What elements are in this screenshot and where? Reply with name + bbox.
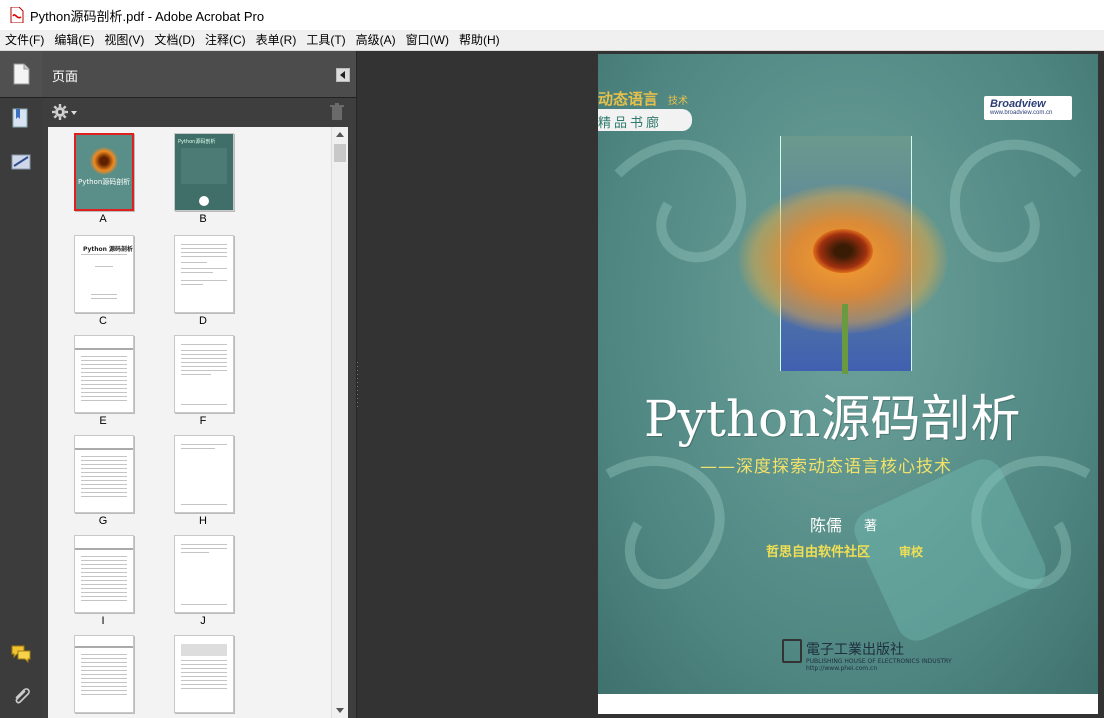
page-thumbnail[interactable]: Python 源码剖析 [74,235,134,313]
pages-panel-header: 页面 [42,51,356,98]
menu-bar: 文件(F) 编辑(E) 视图(V) 文档(D) 注释(C) 表单(R) 工具(T… [0,30,1104,51]
reviewer-role: 审校 [899,545,924,559]
pages-panel: 页面 Python源码剖析 A Python源码剖析 B Python 源码剖析… [42,51,357,718]
menu-forms[interactable]: 表单(R) [251,30,302,50]
page-thumbnail[interactable] [74,635,134,713]
gear-icon[interactable] [51,103,69,121]
thumb-cover-title: Python源码剖析 [78,178,131,186]
series-subtitle: 精品书廊 [598,116,663,131]
collapse-panel-button[interactable] [336,68,350,82]
publisher-english-name: PUBLISHING HOUSE OF ELECTRONICS INDUSTRY [806,658,952,665]
publisher-logo-icon [782,639,802,663]
broadview-logo: Broadview www.broadview.com.cn [984,96,1072,120]
pages-tab[interactable] [0,51,42,98]
book-author: 陈儒 [810,516,843,535]
publisher-name: 電子工業出版社 [806,642,904,658]
page-thumbnail[interactable]: Python源码剖析 [74,133,134,211]
pdf-file-icon [10,6,24,24]
title-bar: Python源码剖析.pdf - Adobe Acrobat Pro [0,0,1104,30]
thumbnail-label: G [98,515,108,527]
pdf-page[interactable]: 动态语言 技术 精品书廊 Broadview www.broadview.com… [598,54,1098,714]
thumbnail-label: I [101,615,105,627]
menu-view[interactable]: 视图(V) [99,30,149,50]
thumbnail-label: B [199,213,207,225]
series-subtitle-box: 精品书廊 [598,109,692,131]
pages-icon [10,63,32,85]
page-bottom-margin [598,694,1098,714]
menu-help[interactable]: 帮助(H) [454,30,505,50]
flower-center [813,229,873,273]
menu-tools[interactable]: 工具(T) [301,30,350,50]
thumbnail-label: D [199,315,207,327]
window-title: Python源码剖析.pdf - Adobe Acrobat Pro [30,8,265,24]
thumbnail-label: A [99,213,107,225]
scroll-thumb[interactable] [334,144,346,162]
thumb-back-title: Python源码剖析 [178,139,216,145]
thumbnail-label: J [200,615,206,627]
series-tag: 技术 [668,96,688,107]
options-dropdown-icon[interactable] [71,111,77,115]
book-subtitle: ——深度探索动态语言核心技术 [700,457,952,477]
flower-stem [842,304,848,374]
scroll-down-icon[interactable] [336,708,344,713]
menu-advanced[interactable]: 高级(A) [351,30,401,50]
thumbnail-label: H [199,515,207,527]
publisher-url: http://www.phei.com.cn [806,665,878,672]
attachments-icon[interactable] [10,685,32,707]
document-view[interactable]: 动态语言 技术 精品书廊 Broadview www.broadview.com… [359,51,1104,718]
page-thumbnail[interactable] [174,535,234,613]
thumb-titlepage-title: Python 源码剖析 [83,246,134,253]
menu-file[interactable]: 文件(F) [0,30,49,50]
bookmarks-icon[interactable] [10,107,32,129]
menu-window[interactable]: 窗口(W) [401,30,454,50]
thumbnail-label: E [99,415,107,427]
page-thumbnail[interactable] [74,535,134,613]
series-name: 动态语言 [598,90,659,108]
thumbnail-label: C [99,315,107,327]
trash-icon[interactable] [330,103,344,121]
pages-panel-title: 页面 [52,70,79,85]
scroll-up-icon[interactable] [336,132,344,137]
page-thumbnail[interactable] [174,635,234,713]
thumbnail-list[interactable]: Python源码剖析 A Python源码剖析 B Python 源码剖析 C … [48,127,348,718]
page-thumbnail[interactable] [174,235,234,313]
signatures-icon[interactable] [10,151,32,173]
menu-edit[interactable]: 编辑(E) [49,30,99,50]
book-reviewer: 哲思自由软件社区 [766,545,871,560]
page-thumbnail[interactable] [174,335,234,413]
broadview-url: www.broadview.com.cn [990,110,1053,116]
author-role: 著 [864,519,878,534]
comments-icon[interactable] [10,643,32,665]
broadview-brand: Broadview [990,98,1046,110]
page-thumbnail[interactable] [74,335,134,413]
pages-panel-toolbar [42,99,356,125]
publisher-block: 電子工業出版社 PUBLISHING HOUSE OF ELECTRONICS … [778,639,952,675]
page-thumbnail[interactable] [174,435,234,513]
thumbnail-label: F [199,415,207,427]
thumbnail-scrollbar[interactable] [331,127,348,718]
navigation-rail [0,51,43,718]
page-thumbnail[interactable]: Python源码剖析 [174,133,234,211]
page-thumbnail[interactable] [74,435,134,513]
menu-document[interactable]: 文档(D) [149,30,200,50]
menu-comments[interactable]: 注释(C) [200,30,251,50]
book-title: Python源码剖析 [644,390,1021,448]
